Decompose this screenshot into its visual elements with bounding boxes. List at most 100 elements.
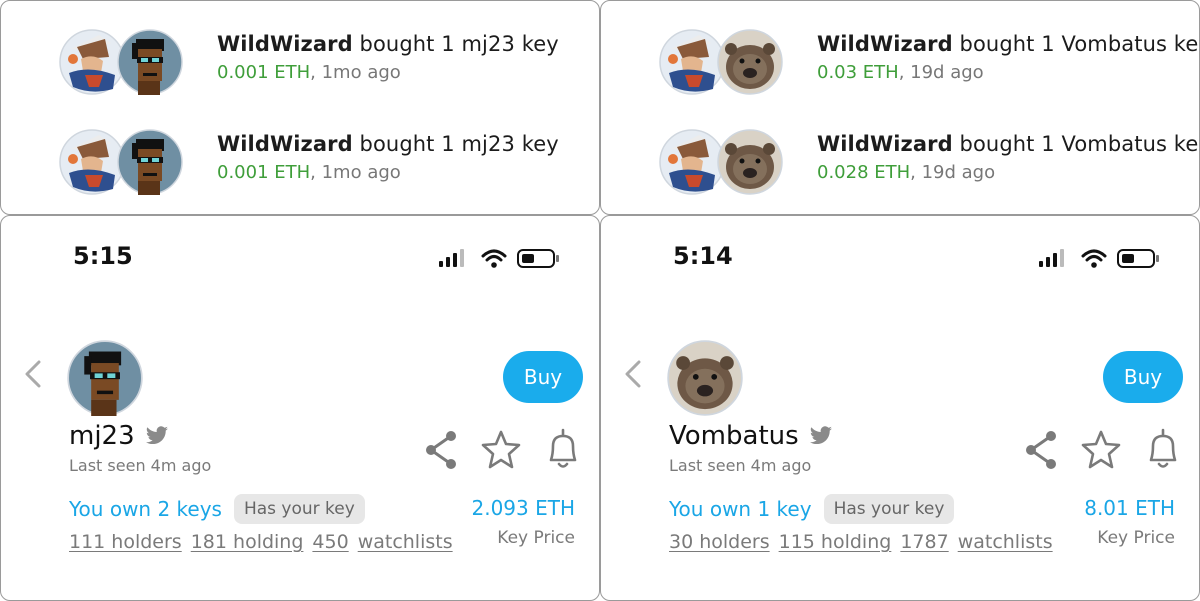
twitter-bird-icon[interactable] xyxy=(145,426,169,446)
profile-stats: 30 holders 115 holding 1787 watchlists xyxy=(669,526,1053,558)
status-bar: 5:14 xyxy=(601,216,1199,296)
avatar-pair xyxy=(59,29,189,95)
trade-title: WildWizard bought 1 Vombatus key xyxy=(817,32,1200,56)
share-icon[interactable] xyxy=(421,428,461,472)
has-key-badge: Has your key xyxy=(823,494,955,524)
trade-title: WildWizard bought 1 Vombatus key xyxy=(817,132,1200,156)
trade-amount: 0.028 ETH xyxy=(817,162,911,183)
buy-button[interactable]: Buy xyxy=(503,351,583,403)
profile-name: Vombatus xyxy=(669,421,833,451)
action-icons xyxy=(421,428,591,472)
star-icon[interactable] xyxy=(1081,428,1121,472)
wombat-avatar xyxy=(717,129,783,195)
wombat-avatar xyxy=(717,29,783,95)
trade-title: WildWizard bought 1 mj23 key xyxy=(217,32,559,56)
trade-meta: 0.028 ETH, 19d ago xyxy=(817,162,1199,183)
key-price-value: 8.01 ETH xyxy=(1084,496,1175,520)
twitter-bird-icon[interactable] xyxy=(809,426,833,446)
signal-icon xyxy=(1039,249,1064,267)
share-icon[interactable] xyxy=(1021,428,1061,472)
trade-row[interactable]: WildWizard bought 1 mj23 key 0.001 ETH, … xyxy=(59,29,579,99)
punk-avatar[interactable] xyxy=(67,340,143,416)
trade-row[interactable]: WildWizard bought 1 Vombatus key 0.028 E… xyxy=(659,129,1199,199)
key-price-label: Key Price xyxy=(497,528,575,548)
trade-action: bought 1 Vombatus key xyxy=(959,32,1200,56)
clock: 5:14 xyxy=(673,242,733,270)
trade-time: , 1mo ago xyxy=(310,162,401,183)
trade-row[interactable]: WildWizard bought 1 mj23 key 0.001 ETH, … xyxy=(59,129,579,199)
holders-link[interactable]: 111 holders xyxy=(69,531,182,553)
trade-action: bought 1 mj23 key xyxy=(359,32,559,56)
profile-name-text: Vombatus xyxy=(669,421,799,451)
wifi-icon xyxy=(1081,249,1107,268)
signal-icon xyxy=(439,249,464,267)
bell-icon[interactable] xyxy=(543,428,583,472)
clock: 5:15 xyxy=(73,242,133,270)
trader-name[interactable]: WildWizard xyxy=(817,132,953,156)
avatar-pair xyxy=(659,29,789,95)
avatar-pair xyxy=(659,129,789,195)
avatar-pair xyxy=(59,129,189,195)
own-keys: You own 2 keys xyxy=(69,497,222,521)
trade-amount: 0.001 ETH xyxy=(217,62,311,83)
trade-time: , 19d ago xyxy=(898,62,984,83)
wifi-icon xyxy=(481,249,507,268)
last-seen: Last seen 4m ago xyxy=(69,456,212,475)
status-icons xyxy=(1039,249,1159,268)
back-chevron-icon[interactable] xyxy=(19,356,49,392)
battery-icon xyxy=(1117,249,1159,268)
watchlists-count-link[interactable]: 450 xyxy=(312,531,348,553)
status-icons xyxy=(439,249,559,268)
wombat-avatar[interactable] xyxy=(667,340,743,416)
status-bar: 5:15 xyxy=(1,216,599,296)
profile-name: mj23 xyxy=(69,421,169,451)
trade-feed-right: WildWizard bought 1 Vombatus key 0.03 ET… xyxy=(600,0,1200,215)
action-icons xyxy=(1021,428,1191,472)
wizard-avatar xyxy=(659,129,725,195)
holding-link[interactable]: 115 holding xyxy=(779,531,892,553)
watchlists-link[interactable]: watchlists xyxy=(358,531,453,553)
trade-amount: 0.001 ETH xyxy=(217,162,311,183)
bell-icon[interactable] xyxy=(1143,428,1183,472)
holding-link[interactable]: 181 holding xyxy=(191,531,304,553)
trade-meta: 0.001 ETH, 1mo ago xyxy=(217,62,559,83)
punk-avatar xyxy=(117,29,183,95)
back-chevron-icon[interactable] xyxy=(619,356,649,392)
trade-meta: 0.001 ETH, 1mo ago xyxy=(217,162,559,183)
trader-name[interactable]: WildWizard xyxy=(817,32,953,56)
trader-name[interactable]: WildWizard xyxy=(217,132,353,156)
ownership-line: You own 1 key Has your key xyxy=(669,494,955,524)
trader-name[interactable]: WildWizard xyxy=(217,32,353,56)
profile-name-text: mj23 xyxy=(69,421,135,451)
key-price: 2.093 ETH Key Price xyxy=(471,496,575,548)
trade-feed-left: WildWizard bought 1 mj23 key 0.001 ETH, … xyxy=(0,0,600,215)
key-price: 8.01 ETH Key Price xyxy=(1084,496,1175,548)
profile-stats: 111 holders 181 holding 450 watchlists xyxy=(69,526,453,558)
wizard-avatar xyxy=(659,29,725,95)
has-key-badge: Has your key xyxy=(233,494,365,524)
trade-time: , 19d ago xyxy=(910,162,996,183)
holders-link[interactable]: 30 holders xyxy=(669,531,770,553)
trade-meta: 0.03 ETH, 19d ago xyxy=(817,62,1199,83)
trade-row[interactable]: WildWizard bought 1 Vombatus key 0.03 ET… xyxy=(659,29,1199,99)
watchlists-count-link[interactable]: 1787 xyxy=(900,531,948,553)
last-seen: Last seen 4m ago xyxy=(669,456,812,475)
wizard-avatar xyxy=(59,129,125,195)
own-keys: You own 1 key xyxy=(669,497,812,521)
ownership-line: You own 2 keys Has your key xyxy=(69,494,365,524)
battery-icon xyxy=(517,249,559,268)
key-price-value: 2.093 ETH xyxy=(471,496,575,520)
star-icon[interactable] xyxy=(481,428,521,472)
trade-action: bought 1 Vombatus key xyxy=(959,132,1200,156)
punk-avatar xyxy=(117,129,183,195)
trade-action: bought 1 mj23 key xyxy=(359,132,559,156)
buy-button[interactable]: Buy xyxy=(1103,351,1183,403)
watchlists-link[interactable]: watchlists xyxy=(958,531,1053,553)
trade-title: WildWizard bought 1 mj23 key xyxy=(217,132,559,156)
trade-amount: 0.03 ETH xyxy=(817,62,899,83)
trade-time: , 1mo ago xyxy=(310,62,401,83)
profile-panel-vombatus: 5:14 Vombatus Last seen 4m ago You own 1… xyxy=(600,215,1200,601)
profile-panel-mj23: 5:15 mj23 Last seen 4m ago You own 2 key… xyxy=(0,215,600,601)
wizard-avatar xyxy=(59,29,125,95)
key-price-label: Key Price xyxy=(1097,528,1175,548)
